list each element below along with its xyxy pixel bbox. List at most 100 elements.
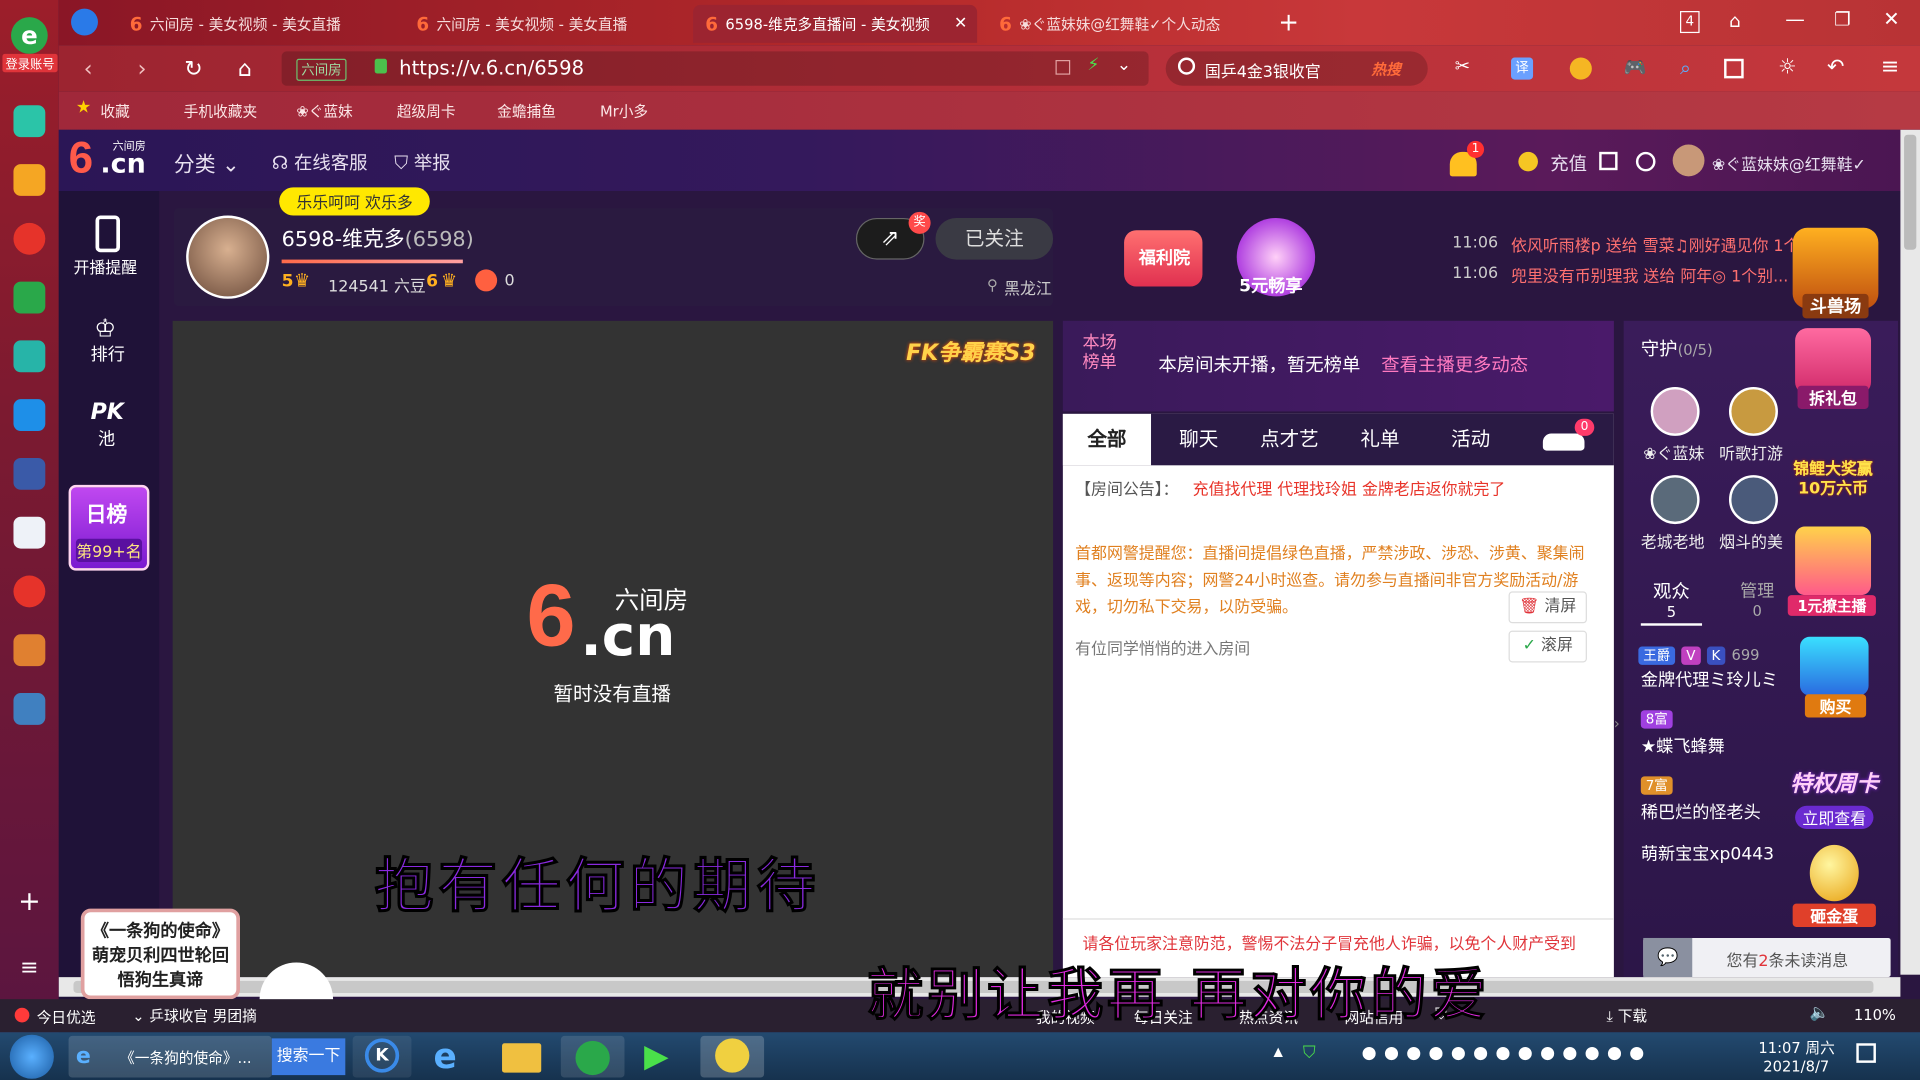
host-name[interactable]: 6598-维克多(6598) [282, 222, 474, 252]
star-app-icon[interactable] [13, 164, 46, 196]
maximize-icon[interactable]: ❐ [1834, 9, 1850, 31]
user-avatar[interactable] [1672, 144, 1705, 177]
board-more-link[interactable]: 查看主播更多动态 [1381, 351, 1528, 377]
translate-icon[interactable]: 译 [1511, 57, 1534, 80]
tab-chat[interactable]: 聊天 [1156, 414, 1242, 465]
lightning-icon[interactable]: ⚡ [1087, 55, 1099, 75]
tab-viewers[interactable]: 观众 5 [1640, 578, 1703, 626]
red-app-icon[interactable] [13, 575, 46, 608]
grid-icon[interactable] [1724, 58, 1744, 79]
tray-shield-icon[interactable]: ⛉ [1303, 1043, 1316, 1063]
chevron-down-icon[interactable]: ⌄ [1117, 55, 1131, 75]
pk-label[interactable]: PK [91, 399, 124, 425]
close-window-icon[interactable]: ✕ [1883, 7, 1899, 30]
brightness-icon[interactable]: ☼ [1778, 55, 1797, 79]
viewer-name-3[interactable]: 稀巴烂的怪老头 [1641, 800, 1761, 824]
nav-category[interactable]: 分类 ⌄ [174, 147, 240, 177]
bookmark-3[interactable]: 金蟾捕鱼 [497, 100, 558, 121]
pk-event-logo[interactable]: FK争霸赛S3 [906, 336, 1035, 368]
rank-link[interactable]: 排行 [91, 342, 125, 366]
qr-icon[interactable] [1055, 60, 1071, 75]
game-app-icon[interactable] [13, 634, 46, 667]
tab-admins[interactable]: 管理 0 [1729, 578, 1785, 620]
viewer-name-4[interactable]: 萌新宝宝xp0443 [1641, 841, 1774, 865]
home-icon[interactable]: ⌂ [230, 55, 259, 84]
recharge-link[interactable]: 充值 [1550, 151, 1587, 177]
close-tab-icon[interactable]: ✕ [954, 15, 967, 33]
site-logo[interactable]: 6 六间房 .cn [69, 132, 162, 186]
login-label[interactable]: 登录账号 [2, 53, 58, 73]
list-icon[interactable] [1635, 151, 1656, 172]
url-text[interactable]: https://v.6.cn/6598 [399, 56, 584, 79]
volume-icon[interactable]: 🔈 [1810, 1004, 1830, 1022]
tab-1[interactable]: 6 六间房 - 美女视频 - 美女直播 [118, 5, 400, 43]
doc-app-icon[interactable] [13, 516, 46, 549]
add-icon[interactable]: + [16, 888, 43, 916]
bookmark-4[interactable]: Mr小多 [600, 100, 648, 121]
page-scrollbar[interactable] [1900, 129, 1920, 975]
guard-avatar-3[interactable] [1650, 475, 1700, 525]
viewer-row-1[interactable]: 王爵 V K 699 [1638, 642, 1809, 665]
clear-screen-button[interactable]: 🗑 清屏 [1508, 591, 1587, 624]
car-icon[interactable] [1542, 433, 1585, 451]
cloud-icon[interactable] [13, 340, 46, 373]
search-input[interactable]: 国乒4金3银收官 [1205, 59, 1321, 82]
panel-toggle-arrow-icon[interactable]: › [1614, 715, 1620, 732]
tray-icons[interactable]: ●●●●●●●●●●●●● [1362, 1043, 1652, 1063]
tray-up-icon[interactable]: ▲ [1273, 1046, 1282, 1059]
search-icon[interactable] [1177, 57, 1196, 75]
tab-2[interactable]: 6 六间房 - 美女视频 - 美女直播 [404, 5, 688, 43]
host-avatar[interactable] [186, 215, 270, 299]
ad-popup[interactable]: 《一条狗的使命》萌宠贝利四世轮回悟狗生真谛 [80, 908, 241, 1000]
minimize-icon[interactable]: — [1785, 7, 1805, 30]
username[interactable]: ❀ぐ蓝妹妹@红舞鞋✓ [1712, 152, 1866, 175]
guard-avatar-2[interactable] [1728, 386, 1778, 436]
page-scroll-thumb[interactable] [1904, 134, 1917, 250]
zoom-level[interactable]: 110% [1854, 1007, 1896, 1024]
follow-button[interactable]: 已关注 [935, 217, 1054, 260]
tab-activity[interactable]: 活动 [1425, 414, 1516, 465]
mail-icon[interactable] [13, 281, 46, 314]
browser-logo-icon[interactable]: e [11, 17, 48, 54]
game2-app-icon[interactable] [13, 693, 46, 725]
tab-talent[interactable]: 点才艺 [1244, 414, 1335, 465]
one-yuan-promo[interactable] [1795, 526, 1872, 596]
undo-icon[interactable]: ↶ [1827, 55, 1844, 79]
golden-egg-icon[interactable] [1809, 844, 1859, 902]
start-remind[interactable]: 开播提醒 [73, 255, 137, 278]
hot-search-label[interactable]: 热搜 [1371, 59, 1400, 80]
board-label[interactable]: 本场榜单 [1082, 333, 1119, 372]
chest-promo[interactable] [1800, 636, 1869, 696]
plus-app-icon[interactable] [13, 105, 46, 138]
back-icon[interactable]: ‹ [73, 55, 102, 84]
clock-date[interactable]: 2021/8/7 [1763, 1058, 1829, 1075]
menu-icon[interactable]: ≡ [1881, 54, 1899, 80]
tab-all[interactable]: 全部 [1062, 413, 1152, 466]
hot-pick-label[interactable]: 今日优选 [37, 1007, 96, 1028]
scroll-screen-button[interactable]: ✓ 滚屏 [1508, 630, 1587, 663]
nav-report[interactable]: ⛉ 举报 [394, 149, 450, 175]
bookmark-2[interactable]: 超级周卡 [397, 100, 458, 121]
bookmark-mobile[interactable]: 手机收藏夹 [184, 100, 257, 121]
pk-pool-label[interactable]: 池 [98, 426, 115, 450]
p-app-icon[interactable] [13, 399, 46, 432]
news-ticker[interactable]: ⌄ 乒球收官 男团摘 [132, 1005, 257, 1026]
nav-service[interactable]: ☊ 在线客服 [272, 149, 368, 175]
privilege-promo[interactable]: 特权周卡 [1783, 767, 1886, 799]
nav-arrow-icon[interactable] [71, 8, 98, 36]
bookmark-favorites[interactable]: 收藏 [100, 100, 129, 121]
edit-icon[interactable] [1599, 151, 1618, 171]
taskbar-search-button[interactable]: 搜索一下 [271, 1038, 346, 1076]
weibo-icon[interactable] [13, 222, 46, 255]
gamepad-icon[interactable]: 🎮 [1624, 56, 1647, 78]
tab-3-active[interactable]: 6 6598-维克多直播间 - 美女视频 ✕ [693, 4, 978, 43]
guard-avatar-4[interactable] [1728, 475, 1778, 525]
action-center-icon[interactable] [1856, 1043, 1876, 1063]
download-link[interactable]: ⤓ 下载 [1607, 1005, 1648, 1026]
gift-box-promo[interactable] [1795, 328, 1872, 395]
start-button[interactable] [9, 1034, 54, 1079]
viewer-name-2[interactable]: ★蝶飞蜂舞 [1641, 733, 1725, 757]
tab-count-icon[interactable]: 4 [1680, 11, 1700, 34]
zoom-search-icon[interactable]: ⌕ [1680, 56, 1691, 80]
clock-time[interactable]: 11:07 周六 [1758, 1037, 1834, 1058]
